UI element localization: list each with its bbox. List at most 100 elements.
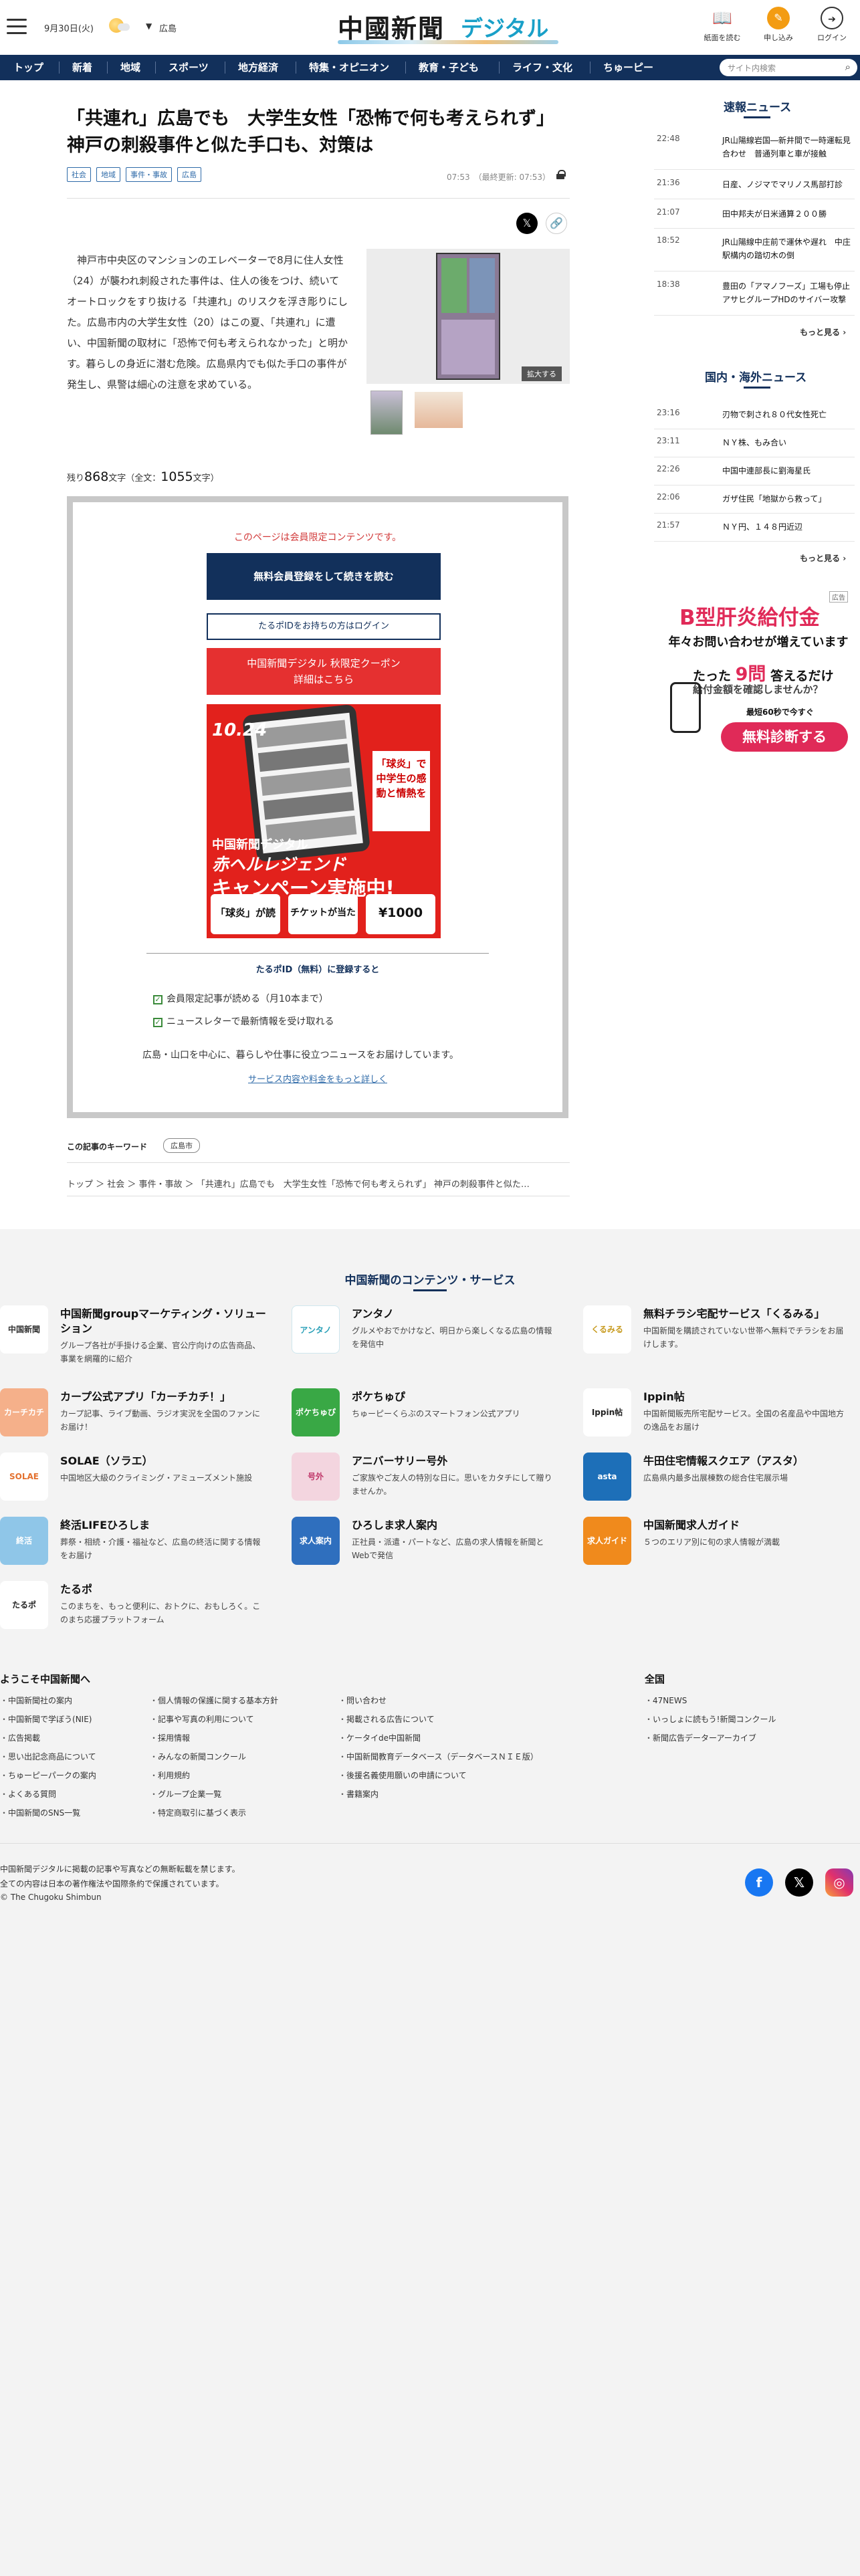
service-card[interactable]: ポケちゅぴ ポケちゅぴ ちゅーピーくらぶのスマートフォン公式アプリ (292, 1388, 566, 1442)
news-list-item[interactable]: 18:52 JR山陽線中庄前で運休や遅れ 中庄駅構内の踏切木の倒 (654, 235, 855, 272)
menu-icon[interactable] (7, 19, 27, 36)
keyword-tag[interactable]: 広島市 (163, 1138, 200, 1153)
photo-thumbnail[interactable] (370, 391, 403, 435)
copy-link-icon[interactable]: 🔗 (546, 213, 567, 234)
nav-item-new[interactable]: 新着 (72, 55, 92, 80)
footer-link[interactable]: 47NEWS (645, 1695, 687, 1706)
banner-box-read: 「球炎」が読める! (211, 894, 280, 934)
service-details-link[interactable]: サービス内容や料金をもっと詳しく (73, 1072, 562, 1085)
footer-link[interactable]: 利用規約 (150, 1769, 190, 1781)
footer-link[interactable]: ケータイde中国新聞 (338, 1732, 421, 1743)
tarupo-login-button[interactable]: たるポIDをお持ちの方はログイン (207, 613, 441, 640)
more-link[interactable]: もっと見る › (800, 552, 846, 564)
search-icon[interactable]: ⌕ (845, 61, 851, 73)
news-list-item[interactable]: 21:07 田中邦夫が日米通算２００勝 (654, 207, 855, 229)
footer-link[interactable]: いっしょに読もう!新聞コンクール (645, 1713, 776, 1725)
footer-link[interactable]: 特定商取引に基づく表示 (150, 1807, 246, 1818)
nav-item-sports[interactable]: スポーツ (169, 55, 209, 80)
region-selector[interactable]: 広島 (159, 21, 177, 34)
nav-item-top[interactable]: トップ (13, 55, 43, 80)
news-list-item[interactable]: 21:36 日産、ノジマでマリノス馬部打診 (654, 178, 855, 199)
facebook-icon[interactable]: f (745, 1868, 773, 1897)
cloud-icon (118, 23, 130, 31)
service-card[interactable]: 求人ガイド 中国新聞求人ガイド ５つのエリア別に旬の求人情報が満載 (583, 1517, 857, 1570)
service-desc: グループ各社が手掛ける企業、官公庁向けの広告商品、事業を網羅的に紹介 (60, 1341, 261, 1364)
tag-society[interactable]: 社会 (67, 167, 91, 182)
footer-link[interactable]: 書籍案内 (338, 1788, 379, 1800)
footer-link[interactable]: グループ企業一覧 (150, 1788, 221, 1800)
news-list-item[interactable]: 23:16 刃物で刺され８０代女性死亡 (654, 408, 855, 429)
service-card[interactable]: 終活 終活LIFEひろしま 葬祭・相続・介護・福祉など、広島の終活に関する情報を… (0, 1517, 274, 1570)
news-list-item[interactable]: 21:57 ＮＹ円、１４８円近辺 (654, 520, 855, 542)
search-input[interactable]: サイト内検索 ⌕ (720, 59, 857, 76)
banner-badge: 「球炎」で中学生の感動と情熱を (372, 751, 430, 831)
service-name: たるポ (60, 1583, 93, 1596)
nav-item-chupy[interactable]: ちゅーピー (603, 55, 653, 80)
service-card[interactable]: たるポ たるポ このまちを、もっと便利に、おトクに、おもしろく。このまち応援プラ… (0, 1581, 274, 1634)
more-link[interactable]: もっと見る › (800, 326, 846, 338)
coupon-button[interactable]: 中国新聞デジタル 秋限定クーポン 詳細はこちら (207, 648, 441, 695)
subscribe-button[interactable]: ✎ 申し込み (754, 7, 802, 48)
news-list-item[interactable]: 22:26 中国中連部長に劉海星氏 (654, 464, 855, 486)
footer-welcome-heading: ようこそ中国新聞へ (0, 1673, 91, 1685)
campaign-banner[interactable]: 10.24 「球炎」で中学生の感動と情熱を 中国新聞デジタル 赤ヘルレジェンド … (207, 704, 441, 938)
login-button[interactable]: ➔ ログイン (808, 7, 856, 48)
nav-item-region[interactable]: 地域 (120, 55, 140, 80)
service-card[interactable]: 号外 アニバーサリー号外 ご家族やご友人の特別な日に。思いをカタチにして贈りませ… (292, 1453, 566, 1506)
article-photo[interactable] (366, 249, 570, 384)
service-card[interactable]: 中国新聞 中国新聞groupマーケティング・ソリューション グループ各社が手掛け… (0, 1305, 274, 1364)
footer-link[interactable]: 中国新聞社の案内 (0, 1695, 72, 1706)
footer-link[interactable]: よくある質問 (0, 1788, 56, 1800)
service-card[interactable]: asta 牛田住宅情報スクエア（アスタ） 広島県内最多出展棟数の総合住宅展示場 (583, 1453, 857, 1506)
region-chevron-down-icon[interactable]: ▼ (146, 21, 152, 31)
footer-link[interactable]: みんなの新聞コンクール (150, 1751, 246, 1762)
footer-link[interactable]: 採用情報 (150, 1732, 190, 1743)
footer-link[interactable]: 中国新聞教育データベース（データベースＮＩＥ版） (338, 1751, 538, 1762)
site-logo[interactable]: 中國新聞 デジタル (338, 5, 558, 47)
instagram-icon[interactable]: ◎ (825, 1868, 853, 1897)
footer-link[interactable]: ちゅーピーパークの案内 (0, 1769, 96, 1781)
footer-link[interactable]: 問い合わせ (338, 1695, 387, 1706)
x-icon[interactable]: 𝕏 (785, 1868, 813, 1897)
benefit-text: 会員限定記事が読める（月10本まで） (167, 994, 328, 1004)
tag-hiroshima[interactable]: 広島 (177, 167, 201, 182)
nav-item-life[interactable]: ライフ・文化 (512, 55, 572, 80)
remain-suffix: 文字） (193, 473, 219, 484)
footer-link[interactable]: 中国新聞で学ぼう(NIE) (0, 1713, 92, 1725)
read-paper-button[interactable]: 📖 紙面を読む (698, 7, 746, 48)
footer-link[interactable]: 中国新聞のSNS一覧 (0, 1807, 80, 1818)
service-card[interactable]: 求人案内 ひろしま求人案内 正社員・派遣・パートなど、広島の求人情報を新聞とWe… (292, 1517, 566, 1570)
enlarge-button[interactable]: 拡大する (522, 366, 562, 381)
register-button[interactable]: 無料会員登録をして続きを読む (207, 553, 441, 600)
news-list-item[interactable]: 22:06 ガザ住民「地獄から救って」 (654, 492, 855, 514)
service-card[interactable]: カーチカチ カープ公式アプリ「カーチカチ！」 カープ記事、ライブ動画、ラジオ実況… (0, 1388, 274, 1442)
sidebar-ad[interactable]: 広告 B型肝炎給付金 年々お問い合わせが増えています たった 9問 答えるだけ … (666, 591, 851, 765)
footer-link[interactable]: 掲載される広告について (338, 1713, 435, 1725)
x-share-icon[interactable]: 𝕏 (516, 213, 538, 234)
service-card[interactable]: SOLAE SOLAE（ソラエ） 中国地区大級のクライミング・アミューズメント施… (0, 1453, 274, 1506)
service-card[interactable]: くるみる 無料チラシ宅配サービス「くるみる」 中国新聞を購読されていない世帯へ無… (583, 1305, 857, 1359)
tag-incident[interactable]: 事件・事故 (126, 167, 172, 182)
news-list-item[interactable]: 22:48 JR山陽線岩国―新井間で一時運転見合わせ 普通列車と車が接触 (654, 134, 855, 170)
tag-region[interactable]: 地域 (96, 167, 120, 182)
service-card[interactable]: Ippin帖 Ippin帖 中国新聞販売所宅配サービス。全国の名産品や中国地方の… (583, 1388, 857, 1442)
footer-link[interactable]: 広告掲載 (0, 1732, 40, 1743)
footer-link[interactable]: 新聞広告データーアーカイブ (645, 1732, 756, 1743)
nav-item-economy[interactable]: 地方経済 (238, 55, 278, 80)
footer-link[interactable]: 記事や写真の利用について (150, 1713, 254, 1725)
news-list-item[interactable]: 18:38 豊田の「アマノフーズ」工場も停止 アサヒグループHDのサイバー攻撃 (654, 280, 858, 316)
news-headline: ＮＹ円、１４８円近辺 (722, 522, 803, 532)
benefit-item: ✓ ニュースレターで最新情報を受け取れる (153, 1014, 334, 1028)
nav-item-education[interactable]: 教育・子ども (419, 55, 479, 80)
copyright-line: © The Chugoku Shimbun (0, 1893, 102, 1902)
service-card[interactable]: アンタノ アンタノ グルメやおでかけなど、明日から楽しくなる広島の情報を発信中 (292, 1305, 566, 1359)
footer-link[interactable]: 個人情報の保護に関する基本方針 (150, 1695, 278, 1706)
footer-link[interactable]: 思い出記念商品について (0, 1751, 96, 1762)
photo-thumbnail[interactable] (415, 392, 463, 428)
nav-item-opinion[interactable]: 特集・オピニオン (309, 55, 389, 80)
breadcrumb[interactable]: トップ ＞ 社会 ＞ 事件・事故 ＞ 「共連れ」広島でも 大学生女性「恐怖で何も… (67, 1177, 570, 1190)
footer-link[interactable]: 後援名義使用願いの申請について (338, 1769, 467, 1781)
title-underline (413, 1289, 447, 1291)
news-list-item[interactable]: 23:11 ＮＹ株、もみ合い (654, 436, 855, 457)
ad-cta-button[interactable]: 無料診断する (721, 722, 848, 752)
